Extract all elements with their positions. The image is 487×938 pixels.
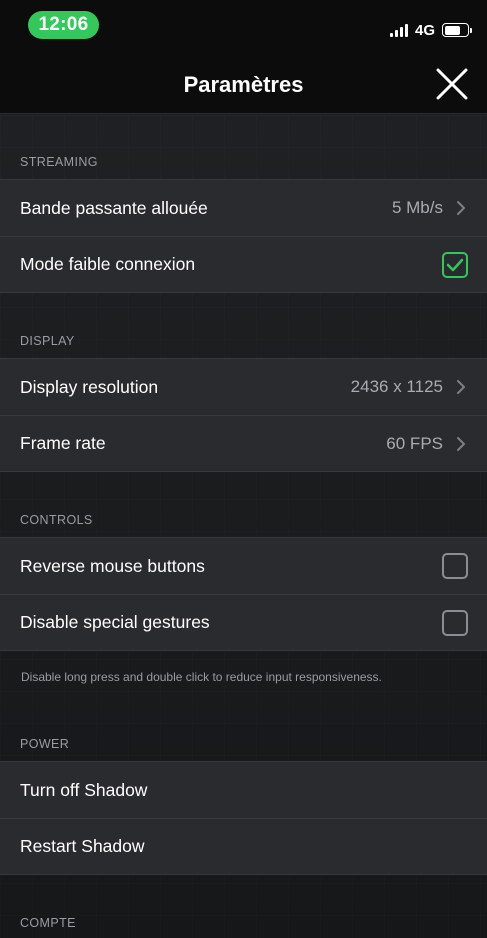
chevron-right-icon: [457, 201, 465, 215]
setting-disable-gestures-label: Disable special gestures: [20, 612, 210, 632]
cellular-signal-icon: [389, 23, 408, 37]
section-header-power: POWER: [20, 737, 70, 751]
section-header-streaming: STREAMING: [20, 155, 98, 169]
status-time: 12:06: [28, 11, 99, 39]
chevron-right-icon: [457, 437, 465, 451]
page-title: Paramètres: [183, 72, 304, 97]
section-header-account: COMPTE: [20, 916, 76, 930]
power-restart-row[interactable]: Restart Shadow: [0, 818, 487, 875]
setting-bandwidth-value: 5 Mb/s: [391, 198, 443, 217]
setting-resolution-value: 2436 x 1125: [350, 377, 443, 396]
setting-reverse-mouse-row[interactable]: Reverse mouse buttons: [0, 537, 487, 594]
power-turn-off-label: Turn off Shadow: [20, 779, 148, 800]
power-turn-off-row[interactable]: Turn off Shadow: [0, 761, 487, 818]
section-header-controls: CONTROLS: [20, 513, 93, 527]
nav-bar: Paramètres: [0, 52, 487, 114]
checkmark-icon: [446, 258, 464, 272]
setting-bandwidth-row[interactable]: Bande passante allouée 5 Mb/s: [0, 179, 487, 236]
status-bar: 12:06 4G: [0, 0, 487, 52]
setting-reverse-mouse-label: Reverse mouse buttons: [20, 555, 205, 576]
setting-disable-gestures-row[interactable]: Disable special gestures: [0, 594, 487, 651]
controls-footnote: Disable long press and double click to r…: [21, 670, 382, 684]
setting-resolution-row[interactable]: Display resolution 2436 x 1125: [0, 358, 487, 415]
settings-list[interactable]: STREAMING Bande passante allouée 5 Mb/s …: [0, 115, 487, 938]
setting-low-connection-label: Mode faible connexion: [20, 254, 196, 274]
setting-resolution-label: Display resolution: [20, 376, 159, 397]
chevron-right-icon: [457, 380, 465, 394]
setting-low-connection-row[interactable]: Mode faible connexion: [0, 236, 487, 293]
power-restart-label: Restart Shadow: [20, 836, 145, 856]
setting-bandwidth-label: Bande passante allouée: [20, 197, 208, 218]
section-header-display: DISPLAY: [20, 334, 75, 348]
battery-icon: [442, 23, 472, 37]
network-type-label: 4G: [414, 21, 435, 39]
reverse-mouse-checkbox[interactable]: [442, 553, 468, 579]
status-indicators: 4G: [389, 20, 472, 40]
disable-gestures-checkbox[interactable]: [442, 610, 468, 636]
low-connection-checkbox[interactable]: [442, 252, 468, 278]
close-icon: [436, 68, 468, 100]
close-button[interactable]: [435, 67, 469, 101]
setting-frame-rate-row[interactable]: Frame rate 60 FPS: [0, 415, 487, 472]
setting-frame-rate-value: 60 FPS: [386, 433, 443, 453]
setting-frame-rate-label: Frame rate: [20, 433, 106, 453]
